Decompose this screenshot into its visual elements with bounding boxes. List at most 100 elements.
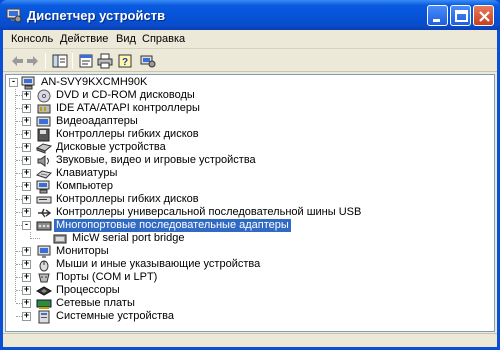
show-hide-tree-icon[interactable] — [52, 53, 68, 69]
tree-item-label: Мыши и иные указывающие устройства — [56, 258, 261, 270]
processor-icon — [36, 286, 52, 296]
tree-item-label: Контроллеры универсальной последовательн… — [56, 206, 362, 218]
tree-item-floppy-drives[interactable]: + Контроллеры гибких дисков — [8, 193, 488, 206]
expand-toggle[interactable]: + — [22, 271, 31, 282]
svg-text:?: ? — [122, 57, 128, 68]
tree-root[interactable]: - AN-SVY9KXCMH90K — [8, 76, 208, 90]
tree-item-label-selected: Многопортовые последовательные адаптеры — [54, 219, 291, 232]
scan-hardware-icon[interactable] — [140, 53, 156, 69]
tree-item-system-devices[interactable]: + Системные устройства — [8, 310, 488, 324]
maximize-button[interactable] — [450, 5, 471, 26]
disk-drive-icon — [36, 143, 52, 154]
device-tree[interactable]: - AN-SVY9KXCMH90K + DVD и CD-ROM дисково… — [5, 74, 495, 332]
ide-controller-icon — [37, 104, 51, 114]
keyboard-icon — [36, 170, 52, 179]
tree-item-multiport-serial[interactable]: - Многопортовые последовательные адаптер… — [8, 219, 488, 232]
system-devices-icon — [38, 310, 50, 324]
status-bar — [3, 333, 497, 347]
expand-toggle[interactable]: + — [22, 167, 31, 178]
forward-arrow-icon[interactable] — [25, 53, 41, 69]
tree-item-label: Процессоры — [56, 284, 120, 296]
network-card-icon — [36, 299, 52, 309]
mouse-icon — [39, 260, 49, 272]
device-manager-icon — [6, 8, 22, 23]
menu-console[interactable]: Консоль — [11, 33, 53, 45]
tree-item-label: Контроллеры гибких дисков — [56, 193, 199, 205]
tree-child-serial-bridge[interactable]: MicW serial port bridge — [8, 232, 488, 245]
title-bar[interactable]: Диспетчер устройств — [0, 0, 500, 30]
minimize-icon — [433, 19, 440, 22]
expand-toggle[interactable]: + — [22, 206, 31, 217]
tree-item-ide-controllers[interactable]: + IDE ATA/ATAPI контроллеры — [8, 102, 488, 115]
computer-icon — [36, 180, 50, 194]
tree-item-label: Звуковые, видео и игровые устройства — [56, 154, 256, 166]
tree-item-ports[interactable]: + Порты (COM и LPT) — [8, 271, 488, 284]
cdrom-icon — [37, 89, 51, 103]
tree-item-network-cards[interactable]: + Сетевые платы — [8, 297, 488, 310]
tree-item-mice[interactable]: + Мыши и иные указывающие устройства — [8, 258, 488, 272]
expand-toggle[interactable]: + — [22, 154, 31, 165]
expand-toggle[interactable]: + — [22, 284, 31, 295]
help-icon[interactable]: ? — [117, 53, 133, 69]
usb-icon — [38, 208, 52, 218]
minimize-button[interactable] — [427, 5, 448, 26]
tree-item-label: Контроллеры гибких дисков — [56, 128, 199, 140]
close-button[interactable] — [473, 5, 494, 26]
expand-toggle[interactable]: + — [22, 245, 31, 256]
properties-icon[interactable] — [78, 53, 94, 69]
toolbar-separator — [45, 53, 46, 69]
menu-action[interactable]: Действие — [60, 33, 108, 45]
floppy-controller-icon — [37, 128, 50, 142]
tree-item-floppy-controllers[interactable]: + Контроллеры гибких дисков — [8, 128, 488, 142]
tree-item-label: Порты (COM и LPT) — [56, 271, 158, 283]
tree-item-dvd-cdrom[interactable]: + DVD и CD-ROM дисководы — [8, 89, 488, 103]
expand-toggle[interactable]: + — [22, 180, 31, 191]
window-client-area: Консоль Действие Вид Справка ? - AN-SVY9… — [3, 30, 497, 347]
tree-item-label: DVD и CD-ROM дисководы — [56, 89, 195, 101]
expand-toggle[interactable]: + — [22, 102, 31, 113]
tree-root-label: AN-SVY9KXCMH90K — [41, 76, 148, 88]
expand-toggle[interactable]: + — [22, 115, 31, 126]
print-icon[interactable] — [97, 53, 113, 69]
collapse-toggle[interactable]: - — [22, 219, 31, 230]
tree-item-sound[interactable]: + Звуковые, видео и игровые устройства — [8, 154, 488, 167]
serial-bridge-icon — [53, 234, 67, 244]
close-icon — [479, 11, 490, 22]
tree-item-label: Мониторы — [56, 245, 109, 257]
tree-item-monitors[interactable]: + Мониторы — [8, 245, 488, 258]
toolbar-separator — [72, 53, 73, 69]
tree-item-computer[interactable]: + Компьютер — [8, 180, 488, 194]
monitor-icon — [37, 245, 51, 258]
sound-icon — [37, 155, 49, 167]
expand-toggle[interactable]: + — [22, 128, 31, 139]
expand-toggle[interactable]: + — [22, 141, 31, 152]
device-manager-window: Диспетчер устройств Консоль Действие Вид… — [0, 0, 500, 350]
back-arrow-icon[interactable] — [9, 53, 25, 69]
menu-view[interactable]: Вид — [116, 33, 136, 45]
tree-item-processors[interactable]: + Процессоры — [8, 284, 488, 297]
expand-toggle[interactable]: + — [22, 297, 31, 308]
tree-item-label: Системные устройства — [56, 310, 175, 322]
floppy-drive-icon — [36, 196, 52, 204]
port-icon — [38, 273, 50, 283]
expand-toggle[interactable]: + — [22, 193, 31, 204]
menu-bar: Консоль Действие Вид Справка — [3, 30, 497, 49]
expand-toggle[interactable]: + — [22, 258, 31, 269]
tree-item-label: Компьютер — [56, 180, 113, 192]
tree-item-label: IDE ATA/ATAPI контроллеры — [56, 102, 200, 114]
tree-item-disk-drives[interactable]: + Дисковые устройства — [8, 141, 488, 154]
tree-item-display-adapters[interactable]: + Видеоадаптеры — [8, 115, 488, 128]
tree-item-usb-controllers[interactable]: + Контроллеры универсальной последовател… — [8, 206, 488, 219]
collapse-root-toggle[interactable]: - — [9, 76, 18, 87]
expand-toggle[interactable]: + — [22, 310, 31, 321]
maximize-icon — [455, 10, 468, 22]
display-adapter-icon — [36, 116, 51, 127]
tree-item-label: Дисковые устройства — [56, 141, 166, 153]
expand-toggle[interactable]: + — [22, 89, 31, 100]
tree-item-keyboards[interactable]: + Клавиатуры — [8, 167, 488, 180]
tree-item-label: Сетевые платы — [56, 297, 135, 309]
menu-help[interactable]: Справка — [142, 33, 185, 45]
window-title: Диспетчер устройств — [27, 8, 166, 23]
tree-child-label: MicW serial port bridge — [72, 232, 185, 244]
toolbar: ? — [3, 50, 497, 72]
